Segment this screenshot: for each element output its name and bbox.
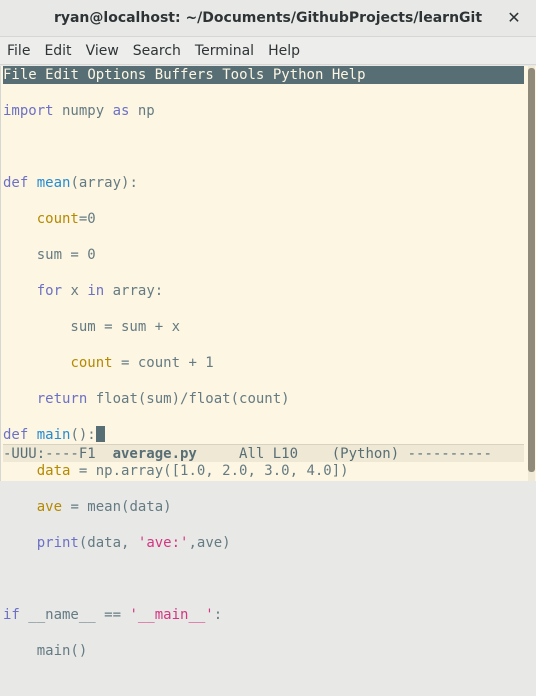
menu-view[interactable]: View [79, 43, 126, 59]
code-line: ave = mean(data) [36, 499, 172, 515]
menu-search[interactable]: Search [126, 43, 188, 59]
menu-file[interactable]: File [0, 43, 37, 59]
terminal-scrollbar[interactable] [528, 66, 535, 481]
modeline-status: -UUU:----F1 [3, 446, 113, 462]
menu-terminal[interactable]: Terminal [188, 43, 261, 59]
emacs-menu-file[interactable]: File [3, 67, 37, 83]
code-buffer[interactable]: import numpy as np def mean(array): coun… [3, 84, 524, 659]
code-line: import numpy as np [3, 103, 155, 119]
emacs-menu-edit[interactable]: Edit [45, 67, 79, 83]
modeline-buffer-name: average.py [112, 446, 197, 462]
emacs-menubar: File Edit Options Buffers Tools Python H… [3, 66, 524, 84]
code-line: data = np.array([1.0, 2.0, 3.0, 4.0]) [36, 463, 349, 479]
code-line: count = count + 1 [70, 355, 214, 371]
code-line: count=0 [36, 211, 96, 227]
code-line: def mean(array): [3, 175, 138, 191]
scrollbar-thumb[interactable] [528, 68, 535, 472]
code-line: for x in array: [36, 283, 164, 299]
window-titlebar[interactable]: ryan@localhost: ~/Documents/GithubProjec… [0, 0, 536, 37]
terminal-menubar: File Edit View Search Terminal Help [0, 37, 536, 65]
code-line: sum = 0 [3, 247, 96, 263]
window-title: ryan@localhost: ~/Documents/GithubProjec… [53, 10, 483, 26]
terminal-area[interactable]: File Edit Options Buffers Tools Python H… [0, 66, 536, 659]
close-icon[interactable]: ✕ [504, 8, 524, 28]
emacs-menu-help[interactable]: Help [332, 67, 366, 83]
emacs-menu-tools[interactable]: Tools [222, 67, 264, 83]
code-line: return float(sum)/float(count) [36, 391, 290, 407]
emacs-menu-buffers[interactable]: Buffers [155, 67, 214, 83]
code-line: sum = sum + x [3, 319, 181, 335]
emacs-menu-options[interactable]: Options [87, 67, 146, 83]
menu-edit[interactable]: Edit [37, 43, 78, 59]
text-cursor [95, 426, 105, 442]
code-line: def main(): [3, 426, 524, 444]
emacs-modeline: -UUU:----F1 average.py All L10 (Python) … [3, 444, 524, 462]
modeline-position-mode: All L10 (Python) ---------- [196, 446, 492, 462]
code-line: main() [3, 643, 88, 659]
code-line: print(data, 'ave:',ave) [36, 535, 231, 551]
menu-help[interactable]: Help [261, 43, 307, 59]
code-line: if __name__ == '__main__': [3, 607, 223, 623]
emacs-menu-python[interactable]: Python [273, 67, 324, 83]
